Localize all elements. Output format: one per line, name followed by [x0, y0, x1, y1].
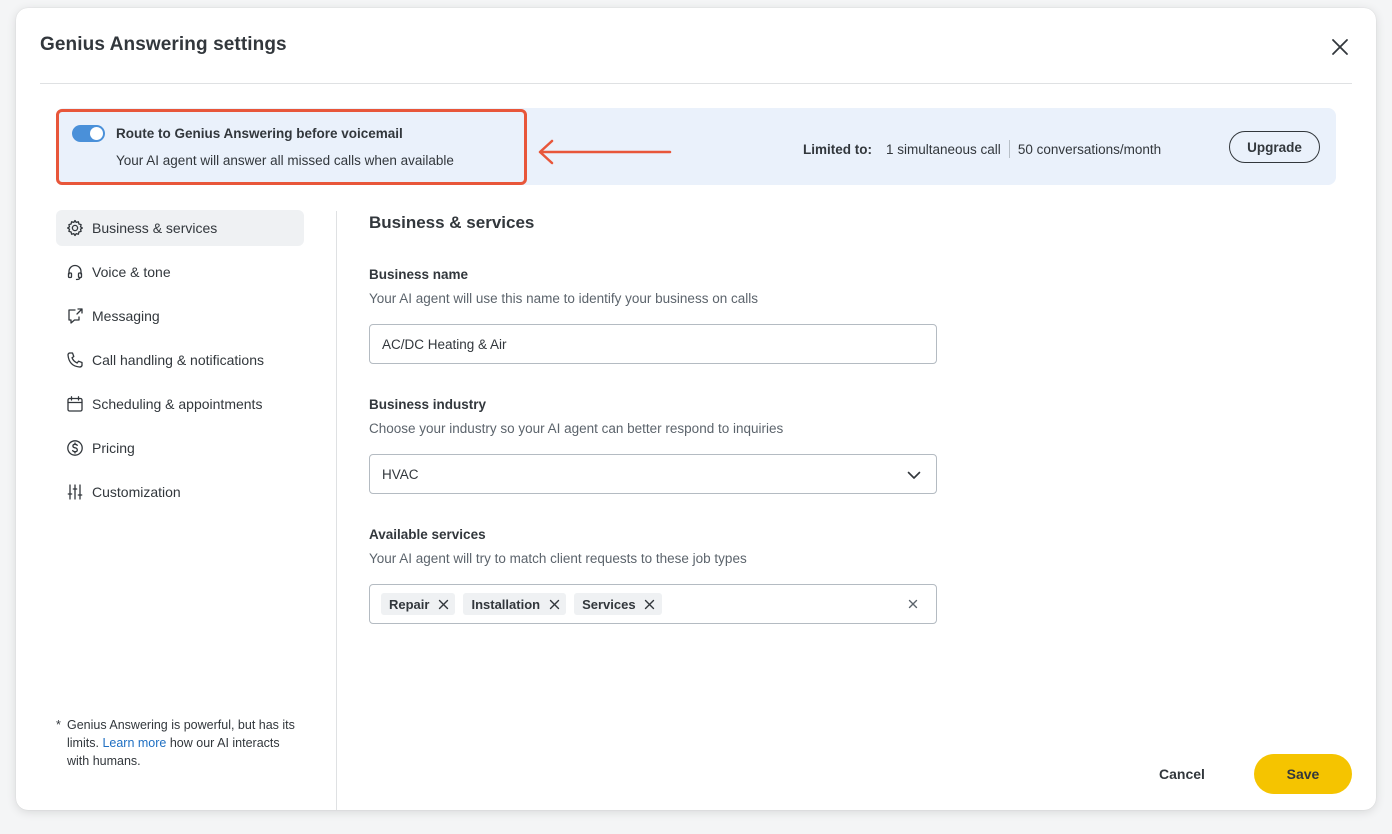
remove-chip-icon[interactable] [548, 598, 560, 610]
sidebar-item-voice-tone[interactable]: Voice & tone [56, 254, 304, 290]
modal-title: Genius Answering settings [40, 34, 287, 55]
limit-conversations: 50 conversations/month [1017, 141, 1162, 157]
route-toggle[interactable] [72, 125, 105, 142]
limits-info: Limited to: 1 simultaneous call 50 conve… [803, 139, 1161, 159]
highlight-box [56, 109, 527, 185]
header-divider [40, 83, 1352, 84]
learn-more-link[interactable]: Learn more [102, 736, 166, 750]
close-button[interactable] [1328, 35, 1352, 59]
business-industry-value: HVAC [382, 466, 419, 482]
available-services-help: Your AI agent will try to match client r… [369, 551, 747, 566]
settings-modal: Genius Answering settings Route to Geniu… [16, 8, 1376, 810]
sidebar-item-customization[interactable]: Customization [56, 474, 304, 510]
business-name-value: AC/DC Heating & Air [382, 336, 507, 352]
footnote-text-after: how our AI interacts with humans. [67, 736, 280, 768]
dollar-icon [66, 439, 84, 457]
footnote-star: * [56, 718, 61, 732]
service-chip: Services [574, 593, 662, 615]
sliders-icon [66, 483, 84, 501]
limits-separator [1008, 140, 1010, 158]
chevron-down-icon [907, 471, 921, 479]
business-name-help: Your AI agent will use this name to iden… [369, 291, 758, 306]
sidebar-item-label: Pricing [92, 440, 135, 456]
toggle-knob [90, 127, 103, 140]
sidebar-item-scheduling[interactable]: Scheduling & appointments [56, 386, 304, 422]
sidebar-item-label: Voice & tone [92, 264, 171, 280]
section-title: Business & services [369, 213, 535, 232]
headset-icon [66, 263, 84, 281]
business-industry-label: Business industry [369, 397, 487, 412]
route-title: Route to Genius Answering before voicema… [116, 126, 403, 141]
sidebar-item-pricing[interactable]: Pricing [56, 430, 304, 466]
calendar-icon [66, 395, 84, 413]
save-button[interactable]: Save [1254, 754, 1352, 794]
route-description: Your AI agent will answer all missed cal… [116, 153, 454, 168]
footnote-text: Genius Answering is powerful, but has it… [56, 716, 296, 770]
vertical-divider [336, 211, 337, 810]
close-icon [1332, 39, 1348, 55]
chip-label: Repair [389, 596, 430, 612]
available-services-input[interactable]: Repair Installation Services [369, 584, 937, 624]
chip-label: Services [582, 596, 636, 612]
limit-calls: 1 simultaneous call [886, 141, 1001, 157]
sidebar-item-label: Business & services [92, 220, 218, 236]
sidebar-item-label: Messaging [92, 308, 160, 324]
business-industry-select[interactable]: HVAC [369, 454, 937, 494]
limited-label: Limited to: [803, 141, 872, 157]
sidebar-item-business-services[interactable]: Business & services [56, 210, 304, 246]
clear-all-icon[interactable] [906, 597, 920, 611]
service-chip: Repair [381, 593, 456, 615]
remove-chip-icon[interactable] [644, 598, 656, 610]
sidebar-item-messaging[interactable]: Messaging [56, 298, 304, 334]
sidebar-item-label: Customization [92, 484, 181, 500]
message-icon [66, 307, 84, 325]
footnote: * Genius Answering is powerful, but has … [56, 716, 296, 770]
gear-icon [66, 219, 84, 237]
sidebar-item-label: Call handling & notifications [92, 352, 264, 368]
sidebar-item-label: Scheduling & appointments [92, 396, 263, 412]
cancel-button[interactable]: Cancel [1142, 754, 1222, 794]
upgrade-button[interactable]: Upgrade [1229, 131, 1320, 163]
available-services-label: Available services [369, 527, 486, 542]
business-name-label: Business name [369, 267, 469, 282]
left-arrow-icon [538, 139, 672, 165]
sidebar-item-call-handling[interactable]: Call handling & notifications [56, 342, 304, 378]
business-industry-help: Choose your industry so your AI agent ca… [369, 421, 784, 436]
service-chip: Installation [463, 593, 567, 615]
chip-label: Installation [471, 596, 541, 612]
settings-sidebar: Business & services Voice & tone Messagi… [56, 210, 304, 518]
phone-icon [66, 351, 84, 369]
business-name-input[interactable]: AC/DC Heating & Air [369, 324, 937, 364]
remove-chip-icon[interactable] [437, 598, 449, 610]
